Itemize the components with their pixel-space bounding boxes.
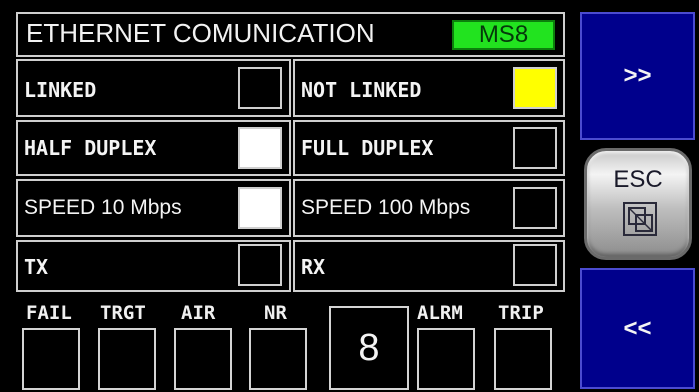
trgt-label: TRGT (100, 302, 146, 324)
rx-label: RX (301, 255, 326, 279)
alrm-label: ALRM (417, 302, 463, 324)
tx-label: TX (24, 255, 49, 279)
nr-indicator (249, 328, 307, 390)
page-title: ETHERNET COMUNICATION (26, 18, 375, 48)
trip-label: TRIP (498, 302, 544, 324)
esc-label: ESC (613, 166, 663, 193)
speed-100-indicator (513, 187, 557, 229)
alrm-indicator (417, 328, 475, 390)
not-linked-indicator (513, 67, 557, 109)
fail-label: FAIL (26, 302, 72, 324)
window-restore-icon (623, 202, 657, 236)
half-duplex-label: HALF DUPLEX (24, 136, 157, 160)
esc-button[interactable]: ESC (584, 148, 692, 260)
full-duplex-label: FULL DUPLEX (301, 136, 434, 160)
next-page-button[interactable]: >> (580, 12, 695, 140)
fail-indicator (22, 328, 80, 390)
speed-100-label: SPEED 100 Mbps (301, 196, 471, 219)
speed-10-indicator (238, 187, 282, 229)
next-page-label: >> (623, 62, 652, 89)
trgt-indicator (98, 328, 156, 390)
nr-label: NR (264, 302, 287, 324)
speed-10-label: SPEED 10 Mbps (24, 196, 182, 219)
not-linked-label: NOT LINKED (301, 78, 422, 102)
full-duplex-indicator (513, 127, 557, 169)
tx-indicator (238, 244, 282, 286)
prev-page-label: << (623, 314, 652, 342)
prev-page-button[interactable]: << (580, 268, 695, 389)
air-label: AIR (181, 302, 216, 324)
counter-display: 8 (329, 306, 409, 390)
half-duplex-indicator (238, 127, 282, 169)
linked-label: LINKED (24, 78, 97, 102)
linked-indicator (238, 67, 282, 109)
module-badge: MS8 (452, 20, 555, 50)
air-indicator (174, 328, 232, 390)
rx-indicator (513, 244, 557, 286)
trip-indicator (494, 328, 552, 390)
